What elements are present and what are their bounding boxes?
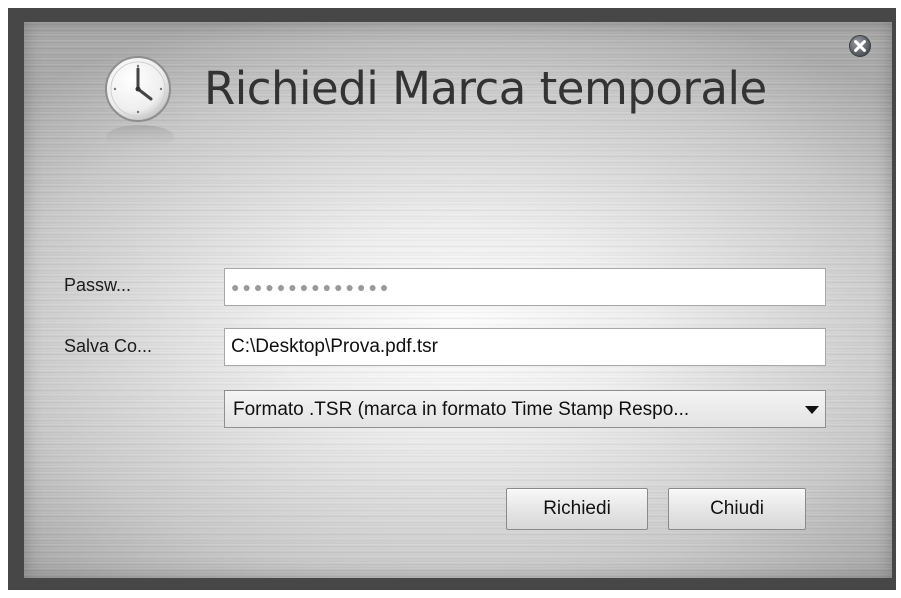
save-as-label: Salva Co... bbox=[64, 336, 153, 356]
save-path-field[interactable]: C:\Desktop\Prova.pdf.tsr bbox=[224, 328, 826, 366]
password-label: Passw... bbox=[64, 275, 132, 295]
close-icon[interactable] bbox=[848, 34, 872, 58]
request-button[interactable]: Richiedi bbox=[506, 488, 648, 530]
close-button[interactable]: Chiudi bbox=[668, 488, 806, 530]
dialog-title: Richiedi Marca temporale bbox=[204, 62, 767, 115]
clock-icon bbox=[94, 55, 186, 155]
password-field[interactable]: ●●●●●●●●●●●●●● bbox=[224, 268, 826, 306]
format-dropdown-value: Formato .TSR (marca in formato Time Stam… bbox=[233, 399, 690, 420]
format-dropdown[interactable]: Formato .TSR (marca in formato Time Stam… bbox=[224, 390, 826, 428]
chevron-down-icon[interactable] bbox=[805, 406, 819, 414]
